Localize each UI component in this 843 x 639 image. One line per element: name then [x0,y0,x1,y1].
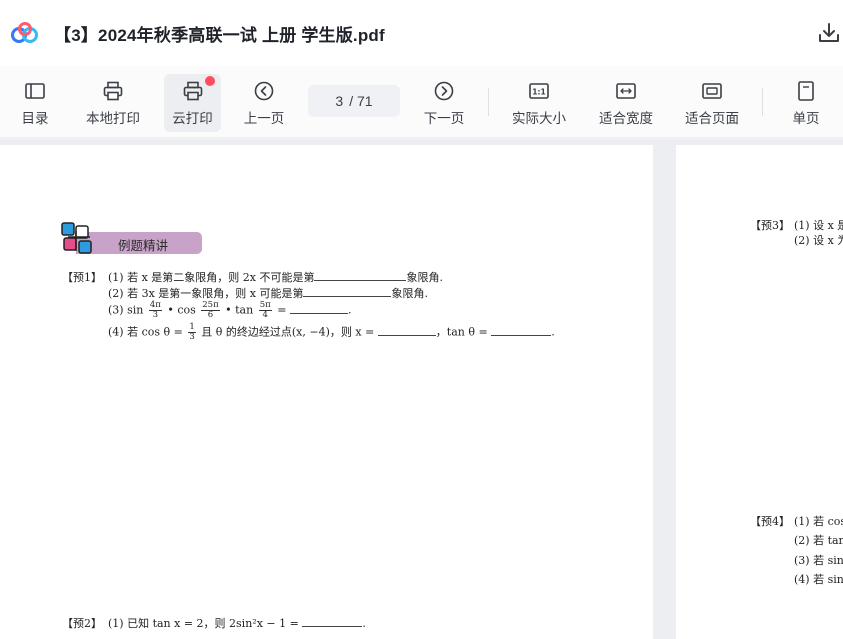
question-text: 象限角. [406,271,443,284]
single-page-label: 单页 [792,111,820,126]
question-tag: 【预2】 [62,617,102,630]
fraction: 5π 4 [258,301,272,320]
question-4: 【预4】 (1) 若 cos (2) 若 tan (3) 若 sin (4) 若… [750,513,843,586]
fit-page-icon [702,83,722,99]
actual-size-label: 实际大小 [512,111,566,126]
section-banner-text: 例题精讲 [118,238,169,253]
question-text: (2) 设 x 为 [794,234,843,247]
banner-puzzle-icon [61,222,92,254]
page-indicator[interactable]: 3 / 71 [308,85,400,117]
question-2: 【预2】 (1) 已知 tan x = 2，则 2sin²x − 1 = . [62,615,482,635]
question-text: (1) 已知 tan x = 2，则 2sin²x − 1 = [108,617,299,630]
printer-icon [103,81,123,101]
chevron-left-circle-icon [254,81,274,101]
question-text: (1) 若 x 是第二象限角，则 2x 不可能是第 [108,271,315,284]
question-1: 【预1】 (1) 若 x 是第二象限角，则 2x 不可能是第 象限角. (2) 若… [62,269,622,349]
toc-icon [25,83,45,99]
notification-badge [205,76,215,86]
question-line: (3) sin 4π 3 • cos 25π 6 • tan 5π 4 = . [108,300,352,320]
question-3: 【预3】 (1) 设 x 是 (2) 设 x 为 [750,217,843,251]
fit-page-label: 适合页面 [685,111,739,126]
question-tag: 【预1】 [62,271,102,284]
question-line: (2) 若 3x 是第一象限角，则 x 可能是第 象限角. [108,285,428,301]
pdf-page-right: 【预3】 (1) 设 x 是 (2) 设 x 为 【预4】 (1) 若 cos … [676,145,843,639]
question-text: (3) sin [108,303,144,317]
fraction: 25π 6 [201,301,220,320]
question-tag: 【预3】 [750,219,790,232]
question-text: • tan [225,303,254,317]
prev-page-label: 上一页 [243,111,285,126]
baidu-netdisk-logo-icon [11,22,38,43]
toc-button[interactable]: 目录 [14,74,56,132]
single-page-button[interactable]: 单页 [786,74,826,132]
answer-blank [377,326,436,336]
fraction-denominator: 3 [152,310,159,320]
local-print-button[interactable]: 本地打印 [80,74,146,132]
document-title: 【3】2024年秋季高联一试 上册 学生版.pdf [54,26,385,45]
actual-size-button[interactable]: 1:1 实际大小 [508,74,570,132]
next-page-button[interactable]: 下一页 [420,74,468,132]
cloud-print-label: 云打印 [172,111,213,126]
document-viewer[interactable]: 例题精讲 【预1】 (1) 若 x 是第二象限角，则 2x 不可能是第 象限角. … [0,139,843,639]
toolbar-divider [762,88,763,116]
question-text: (4) 若 cos θ = [108,325,183,339]
question-text: (2) 若 3x 是第一象限角，则 x 可能是第 [108,287,304,300]
chevron-right-circle-icon [434,81,454,101]
toc-label: 目录 [21,111,49,126]
question-text: = [277,303,287,317]
actual-size-icon: 1:1 [529,83,549,99]
question-line: (1) 若 x 是第二象限角，则 2x 不可能是第 象限角. [108,269,443,285]
question-text: ，tan θ = [435,325,488,339]
cloud-print-button[interactable]: 云打印 [164,74,221,132]
toolbar-divider [488,88,489,116]
question-text: (1) 若 cos [794,515,843,528]
answer-blank [289,304,348,314]
question-text: (3) 若 sin [794,554,843,567]
fit-width-button[interactable]: 适合宽度 [595,74,657,132]
fraction: 13 [188,323,196,342]
answer-blank [491,326,552,336]
total-pages: / 71 [349,93,373,109]
prev-page-button[interactable]: 上一页 [240,74,288,132]
pdf-page-left: 例题精讲 【预1】 (1) 若 x 是第二象限角，则 2x 不可能是第 象限角. … [0,145,653,639]
fit-width-icon [616,83,636,99]
download-icon[interactable] [816,20,842,46]
question-text: • cos [167,303,196,317]
section-banner: 例题精讲 [60,221,204,257]
title-bar: 【3】2024年秋季高联一试 上册 学生版.pdf [0,0,843,66]
local-print-label: 本地打印 [86,111,140,126]
question-line: (4) 若 cos θ = 13 且 θ 的终边经过点(x, −4)，则 x =… [108,322,555,342]
question-tag: 【预4】 [750,515,790,528]
answer-blank [302,617,363,627]
answer-blank [314,271,407,281]
cloud-printer-icon [183,81,202,101]
fraction-denominator: 6 [207,310,214,320]
current-page-input[interactable]: 3 [335,93,343,109]
question-text: 且 θ 的终边经过点(x, −4)，则 x = [201,325,375,339]
single-page-icon [798,81,814,101]
fraction-denominator: 3 [189,332,195,342]
svg-text:1:1: 1:1 [532,88,545,97]
question-text: (2) 若 tan [794,534,843,547]
next-page-label: 下一页 [423,111,465,126]
fraction: 4π 3 [148,301,162,320]
fit-width-label: 适合宽度 [599,111,653,126]
answer-blank [303,287,392,297]
fraction-denominator: 4 [262,310,268,320]
question-text: (1) 设 x 是 [794,219,843,232]
fit-page-button[interactable]: 适合页面 [681,74,743,132]
question-line: (1) 已知 tan x = 2，则 2sin²x − 1 = . [108,617,366,630]
question-text: (4) 若 sin [794,573,843,586]
question-text: 象限角. [391,287,428,300]
